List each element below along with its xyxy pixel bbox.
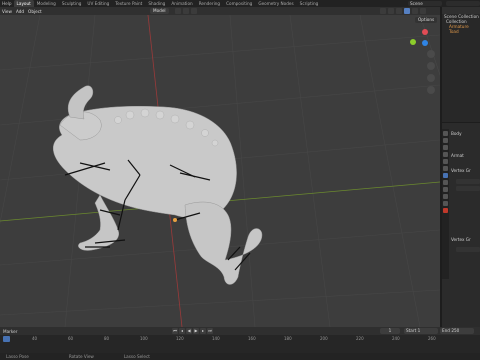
gizmo-y-axis[interactable] (410, 39, 416, 45)
properties-field-3[interactable] (456, 247, 480, 252)
properties-panel: Body Armat Vertex Gr Vertex Gr (442, 123, 480, 327)
overlay-icon[interactable] (380, 8, 386, 14)
mode-selector[interactable]: Model (150, 8, 169, 14)
properties-vertex-group-1: Vertex Gr (451, 168, 471, 173)
ruler-tick: 240 (392, 336, 400, 341)
menu-view[interactable]: View (0, 9, 14, 14)
render-tab-icon[interactable] (443, 138, 448, 143)
ruler-tick: 100 (140, 336, 148, 341)
status-hint-lasso-pose: Lasso Pose (6, 354, 29, 359)
frame-ruler[interactable]: 40 60 80 100 120 140 160 180 200 220 240… (0, 336, 480, 342)
ruler-tick: 80 (104, 336, 110, 341)
menu-object[interactable]: Object (26, 9, 44, 14)
workspace-tab-scripting[interactable]: Scripting (297, 0, 322, 7)
gizmo-z-axis[interactable] (422, 40, 428, 46)
solid-shading-icon[interactable] (404, 8, 410, 14)
start-value: 1 (417, 328, 421, 333)
workspace-tab-modeling[interactable]: Modeling (34, 0, 59, 7)
ruler-tick: 40 (32, 336, 38, 341)
prev-keyframe-icon[interactable]: ◂ (179, 328, 185, 334)
view-layer-selector[interactable] (446, 1, 480, 6)
next-keyframe-icon[interactable]: ▸ (200, 328, 206, 334)
status-hint-rotate-view: Rotate View (68, 354, 94, 359)
workspace-tab-geometry-nodes[interactable]: Geometry Nodes (255, 0, 296, 7)
proportional-edit-icon[interactable] (191, 8, 197, 14)
perspective-grid-icon[interactable] (427, 86, 435, 94)
properties-field-2[interactable] (456, 186, 480, 191)
play-icon[interactable]: ▶ (193, 328, 199, 334)
properties-modifier-armature: Armat (451, 153, 464, 158)
workspace-tab-compositing[interactable]: Compositing (223, 0, 255, 7)
options-button[interactable]: Options (415, 17, 438, 23)
ruler-tick: 140 (212, 336, 220, 341)
xray-icon[interactable] (388, 8, 394, 14)
menu-add[interactable]: Add (14, 9, 26, 14)
object-tab-icon[interactable] (443, 166, 448, 171)
object-origin (173, 218, 177, 222)
outliner-header (442, 7, 480, 14)
ruler-tick: 220 (356, 336, 364, 341)
playback-controls: ⏮ ◂ ◀ ▶ ▸ ⏭ (172, 328, 213, 334)
end-value: 250 (451, 328, 460, 333)
ruler-tick: 120 (176, 336, 184, 341)
workspace-tab-rendering[interactable]: Rendering (196, 0, 223, 7)
blender-window: Help Layout Modeling Sculpting UV Editin… (0, 0, 480, 360)
end-label: End (442, 328, 450, 333)
shading-icons (380, 8, 426, 14)
camera-icon[interactable] (427, 74, 435, 82)
snap-icon[interactable] (183, 8, 189, 14)
material-tab-icon[interactable] (443, 201, 448, 206)
world-tab-icon[interactable] (443, 159, 448, 164)
outliner-panel: Scene Collection Collection Armature Toa… (442, 7, 480, 122)
zoom-icon[interactable] (427, 50, 435, 58)
pan-hand-icon[interactable] (427, 62, 435, 70)
ruler-tick: 160 (248, 336, 256, 341)
modifier-tab-icon[interactable] (443, 173, 448, 178)
end-frame-field[interactable]: End 250 (440, 328, 474, 334)
tool-tab-icon[interactable] (443, 131, 448, 136)
menu-marker[interactable]: Marker (0, 329, 20, 334)
ruler-tick: 200 (320, 336, 328, 341)
material-shading-icon[interactable] (412, 8, 418, 14)
data-tab-icon[interactable] (443, 194, 448, 199)
viewport-header: View Add Object (0, 7, 440, 15)
viewport-canvas[interactable] (0, 15, 440, 327)
ruler-tick: 260 (428, 336, 436, 341)
workspace-tab-shading[interactable]: Shading (145, 0, 168, 7)
scene-tab-icon[interactable] (443, 152, 448, 157)
workspace-tab-animation[interactable]: Animation (168, 0, 195, 7)
scene-selector[interactable]: Scene (408, 1, 442, 6)
status-hint-lasso-select: Lasso Select (123, 354, 150, 359)
3d-viewport[interactable] (0, 15, 440, 327)
status-bar: Lasso Pose Rotate View Lasso Select (0, 353, 480, 360)
gizmo-x-axis[interactable] (422, 29, 428, 35)
jump-end-icon[interactable]: ⏭ (207, 328, 213, 334)
properties-field-1[interactable] (456, 179, 480, 184)
properties-object-name: Body (451, 131, 462, 136)
physics-tab-icon[interactable] (443, 180, 448, 185)
properties-vertex-group-2: Vertex Gr (451, 237, 471, 242)
jump-start-icon[interactable]: ⏮ (172, 328, 178, 334)
workspace-tab-layout[interactable]: Layout (13, 0, 34, 7)
start-label: Start (406, 328, 417, 333)
header-tool-icons (175, 8, 197, 14)
menu-help[interactable]: Help (0, 1, 14, 6)
output-tab-icon[interactable] (443, 145, 448, 150)
workspace-tab-uv-editing[interactable]: UV Editing (84, 0, 112, 7)
current-frame-field[interactable]: 1 (380, 328, 400, 334)
texture-tab-icon[interactable] (443, 208, 448, 213)
outliner-item-toad[interactable]: Toad (442, 29, 480, 34)
pivot-icon[interactable] (175, 8, 181, 14)
ruler-tick: 60 (68, 336, 74, 341)
workspace-tab-texture-paint[interactable]: Texture Paint (112, 0, 145, 7)
toad-mesh[interactable] (53, 85, 263, 285)
workspace-tab-sculpting[interactable]: Sculpting (59, 0, 85, 7)
play-reverse-icon[interactable]: ◀ (186, 328, 192, 334)
properties-tabs (442, 129, 449, 279)
ruler-tick: 180 (284, 336, 292, 341)
constraints-tab-icon[interactable] (443, 187, 448, 192)
wireframe-shading-icon[interactable] (396, 8, 402, 14)
start-frame-field[interactable]: Start 1 (404, 328, 438, 334)
rendered-shading-icon[interactable] (420, 8, 426, 14)
